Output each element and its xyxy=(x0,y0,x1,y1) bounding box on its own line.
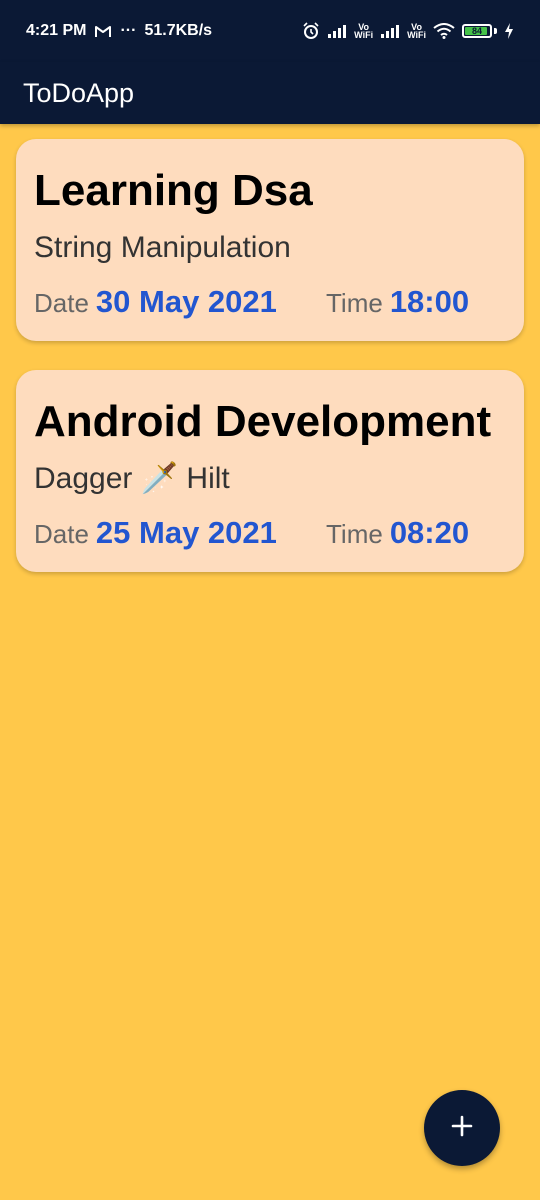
gmail-icon xyxy=(94,24,112,38)
wifi-icon xyxy=(433,23,455,39)
status-bar: 4:21 PM ··· 51.7KB/s Vo WiFi Vo WiFi 84 xyxy=(0,0,540,62)
status-left: 4:21 PM ··· 51.7KB/s xyxy=(26,22,212,40)
app-bar: ToDoApp xyxy=(0,62,540,124)
task-description: String Manipulation xyxy=(34,231,291,264)
task-description: Dagger 🗡️ Hilt xyxy=(34,462,230,495)
task-meta: Date 25 May 2021 Time 08:20 xyxy=(34,515,506,551)
vowifi-indicator: Vo WiFi xyxy=(354,22,374,40)
task-date: 30 May 2021 xyxy=(95,284,277,319)
status-time: 4:21 PM xyxy=(26,22,87,39)
task-list: Learning Dsa String Manipulation Date 30 … xyxy=(16,139,524,601)
task-date-group: Date 30 May 2021 xyxy=(34,284,326,320)
task-title: Android Development xyxy=(34,397,492,446)
task-card[interactable]: Android Development Dagger 🗡️ Hilt Date 2… xyxy=(16,370,524,572)
time-label: Time xyxy=(326,519,383,549)
date-label: Date xyxy=(34,288,89,318)
status-right: Vo WiFi Vo WiFi 84 xyxy=(302,22,514,40)
add-task-button[interactable] xyxy=(424,1090,500,1166)
date-label: Date xyxy=(34,519,89,549)
task-time-group: Time 08:20 xyxy=(326,515,469,551)
app-title: ToDoApp xyxy=(23,77,135,108)
battery-tip xyxy=(494,28,497,34)
plus-icon xyxy=(451,1115,473,1142)
signal-icon xyxy=(327,24,347,38)
task-title: Learning Dsa xyxy=(34,166,313,215)
status-ellipsis: ··· xyxy=(120,22,137,39)
vowifi-indicator: Vo WiFi xyxy=(407,22,426,40)
time-label: Time xyxy=(326,288,383,318)
signal-icon xyxy=(380,24,400,38)
task-meta: Date 30 May 2021 Time 18:00 xyxy=(34,284,506,320)
charging-icon xyxy=(504,23,514,39)
task-time: 18:00 xyxy=(389,284,470,319)
task-date: 25 May 2021 xyxy=(95,515,277,550)
task-time-group: Time 18:00 xyxy=(326,284,469,320)
task-time: 08:20 xyxy=(389,515,470,550)
alarm-icon xyxy=(302,22,320,40)
battery-level: 84 xyxy=(471,26,482,36)
network-speed: 51.7KB/s xyxy=(144,22,213,39)
task-card[interactable]: Learning Dsa String Manipulation Date 30 … xyxy=(16,139,524,341)
task-date-group: Date 25 May 2021 xyxy=(34,515,326,551)
battery-icon: 84 xyxy=(462,24,492,38)
